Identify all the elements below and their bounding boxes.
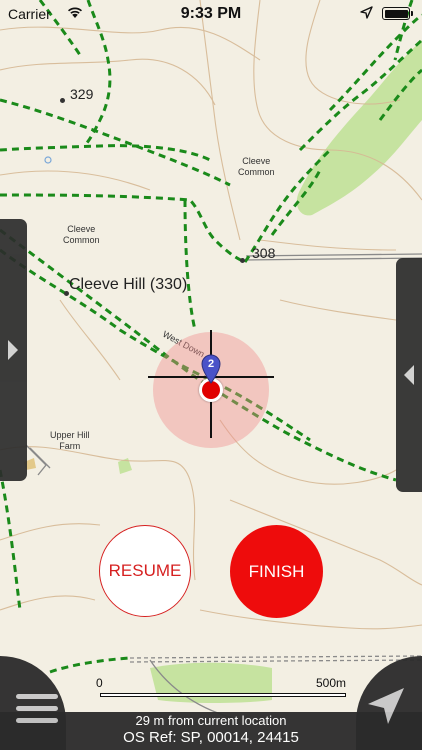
waypoint-number: 2 (207, 358, 215, 370)
map-label-line: Cleeve (242, 156, 271, 166)
spot-height-marker (240, 258, 245, 263)
map-label-spot-308: 308 (252, 245, 276, 261)
finish-button[interactable]: FINISH (230, 525, 323, 618)
map-scale-bar: 0 500m (94, 676, 354, 704)
map-label-cleeve-hill: Cleeve Hill (330) (69, 276, 188, 293)
clock-label: 9:33 PM (180, 5, 242, 22)
map-label-line: Cleeve (67, 224, 96, 234)
chevron-right-icon (8, 340, 18, 360)
battery-cap (411, 11, 413, 16)
map-label-line: Upper Hill (50, 430, 90, 440)
hamburger-menu-icon (16, 694, 58, 730)
map-label-line: Common (63, 235, 100, 245)
map-label-line: Common (238, 167, 275, 177)
left-drawer-tab[interactable] (0, 219, 27, 481)
scale-min-label: 0 (96, 676, 103, 690)
navigation-arrow-icon (368, 688, 404, 724)
map-label-line: Farm (59, 441, 81, 451)
right-drawer-tab[interactable] (396, 258, 422, 492)
scale-max-label: 500m (316, 676, 347, 690)
map-label-cleeve-common-ne: Cleeve Common (238, 156, 275, 178)
chevron-left-icon (404, 365, 414, 385)
location-arrow-icon (360, 6, 373, 23)
status-bar: Carrier 9:33 PM (0, 0, 422, 30)
spot-height-marker (60, 98, 65, 103)
battery-icon (382, 7, 410, 20)
map-label-spot-329: 329 (70, 86, 94, 102)
resume-button[interactable]: RESUME (99, 525, 191, 617)
map-label-upper-hill-farm: Upper Hill Farm (50, 430, 90, 452)
scale-line (100, 693, 346, 697)
map-label-cleeve-common-w: Cleeve Common (63, 224, 100, 246)
